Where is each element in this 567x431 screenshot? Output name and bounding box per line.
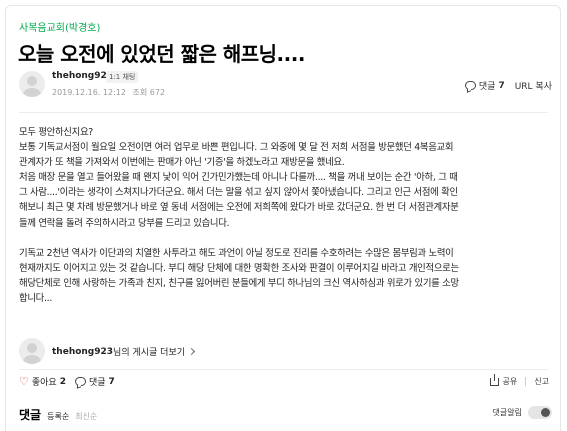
body-line: 현재까지도 이어지고 있는 것 같습니다. 부디 해당 단체에 대한 명확한 조… (19, 262, 459, 274)
notify-label: 댓글알림 (492, 408, 522, 417)
top-comment-label: 댓글 (478, 82, 496, 92)
reaction-bar: ♡ 좋아요 2 댓글 7 (19, 375, 124, 388)
comments-header: 댓글 등록순 최신순 (19, 406, 103, 423)
body-line: 들께 연락을 돌려 주의하시라고 당부를 드리고 있습니다. (19, 217, 230, 229)
notify-toggle[interactable] (528, 406, 552, 419)
post-title: 오늘 오전에 있었던 짧은 해프닝.... (18, 42, 305, 66)
share-report-actions: 공유 신고 (489, 373, 549, 387)
chat-badge-button[interactable]: 1:1 채팅 (106, 71, 139, 83)
profile-link-name: thehong923 (52, 346, 114, 357)
like-count: 2 (59, 376, 66, 387)
profile-avatar[interactable] (19, 338, 45, 364)
header-divider (19, 112, 548, 113)
footer-divider (19, 369, 548, 370)
author-name[interactable]: thehong923 (52, 71, 113, 81)
share-icon (489, 373, 499, 386)
action-separator (525, 377, 527, 386)
comments-title: 댓글 (19, 408, 42, 422)
body-line: 그 사람....'이라는 생각이 스쳐지나가더군요. 해서 더는 말을 섞고 싶… (19, 187, 458, 199)
like-button[interactable]: ♡ 좋아요 2 (19, 375, 66, 388)
body-line: 해보니 최근 몇 차례 방문했거나 바로 옆 동네 서점에는 오전에 저희쪽에 … (19, 202, 459, 214)
post-meta: 2019.12.16. 12:12 조회 672 (52, 87, 169, 98)
report-button[interactable]: 신고 (534, 376, 549, 387)
comment-label: 댓글 (88, 378, 106, 388)
body-line: 관계자가 또 책을 가져와서 이번에는 판매가 아닌 '기증'을 하겠노라고 재… (19, 157, 345, 169)
comment-button[interactable]: 댓글 7 (74, 375, 115, 388)
top-comment-button[interactable]: 댓글 7 (464, 79, 505, 92)
comment-icon (74, 377, 86, 386)
body-line: 모두 평안하신지요? (19, 127, 93, 138)
sort-registered-button[interactable]: 등록순 (47, 411, 69, 422)
like-label: 좋아요 (31, 378, 57, 388)
post-date: 2019.12.16. 12:12 (52, 88, 126, 97)
comment-notify: 댓글알림 (493, 406, 552, 419)
post-top-actions: 댓글 7 URL 복사 (464, 79, 552, 92)
top-comment-count: 7 (498, 80, 505, 91)
url-copy-button[interactable]: URL 복사 (515, 79, 552, 92)
profile-link-suffix: 님의 게시글 더보기 (113, 348, 186, 358)
body-line: 해당단체로 인해 사랑하는 가족과 친지, 친구를 잃어버린 분들에게 부디 하… (19, 277, 459, 289)
body-line: 합니다... (19, 292, 53, 304)
comment-icon (464, 81, 476, 90)
chevron-right-icon (187, 347, 196, 356)
comment-count: 7 (108, 376, 115, 387)
author-posts-link[interactable]: thehong923 님의 게시글 더보기 (52, 345, 196, 358)
share-button[interactable]: 공유 (503, 376, 518, 387)
post-views: 조회 672 (132, 88, 166, 97)
cafe-board-link[interactable]: 사복음교회(박경호) (19, 19, 100, 34)
author-avatar[interactable] (19, 71, 45, 97)
body-line: 기독교 2천년 역사가 이단과의 치열한 사투라고 해도 과언이 아닐 정도로 … (19, 247, 454, 259)
heart-icon: ♡ (19, 375, 29, 388)
body-line: 보통 기독교서점이 월요일 오전이면 여러 업무로 바쁜 편입니다. 그 와중에… (19, 142, 454, 154)
post-body: 모두 평안하신지요? 보통 기독교서점이 월요일 오전이면 여러 업무로 바쁜 … (19, 125, 543, 306)
body-line: 처음 매장 문을 열고 들어왔을 때 왠지 낯이 익어 긴가민가했는데 아니나 … (19, 172, 458, 184)
sort-latest-button[interactable]: 최신순 (75, 411, 97, 422)
